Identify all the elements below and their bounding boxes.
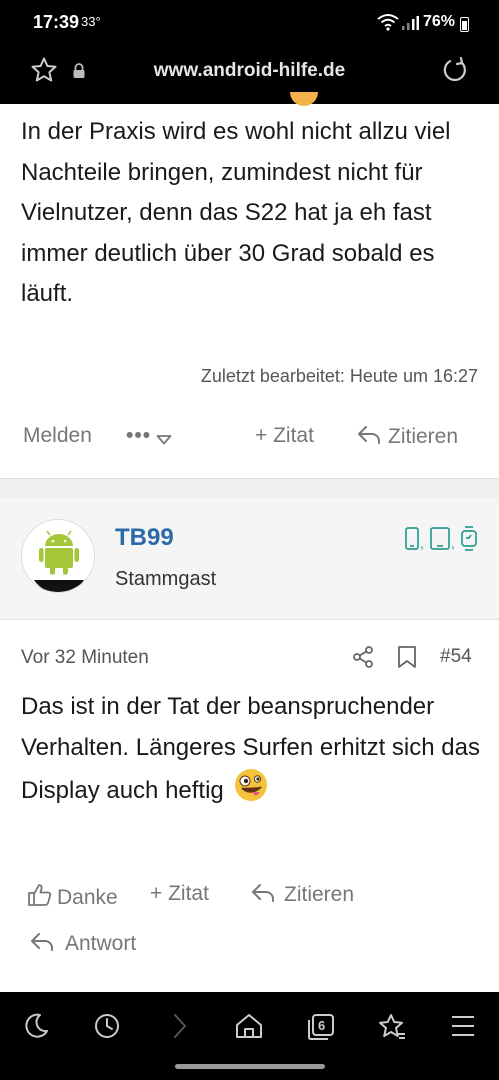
home-icon[interactable]	[234, 1012, 264, 1045]
history-clock-icon[interactable]	[93, 1012, 121, 1045]
phone-icon	[405, 527, 419, 550]
signal-icon	[401, 15, 419, 36]
status-bar: 17:39 33° 76%	[0, 0, 499, 44]
reply-button[interactable]: Antwort	[29, 931, 136, 956]
night-mode-moon-icon[interactable]	[22, 1012, 50, 1045]
tab-count: 6	[318, 1018, 326, 1033]
post-body: Das ist in der Tat der beanspruchender V…	[21, 686, 481, 815]
battery-percent: 76%	[423, 13, 456, 30]
watch-icon	[461, 526, 477, 551]
user-title: Stammgast	[115, 568, 217, 590]
like-button[interactable]: Danke	[27, 882, 118, 910]
more-button[interactable]: •••	[126, 424, 151, 448]
bookmarks-star-icon[interactable]	[377, 1012, 407, 1047]
thumbs-up-icon	[28, 884, 52, 906]
quote-button[interactable]: + Zitat	[255, 424, 314, 448]
tabs-icon[interactable]: 6	[306, 1012, 336, 1047]
status-temperature: 33°	[81, 14, 101, 29]
username[interactable]: TB99	[115, 524, 174, 552]
reply-arrow-icon	[31, 933, 53, 951]
status-time: 17:39	[33, 12, 80, 32]
post-number[interactable]: #54	[440, 646, 472, 668]
avatar-text: Android	[45, 572, 73, 581]
cite-label: Zitieren	[388, 425, 459, 448]
share-icon[interactable]	[351, 645, 375, 674]
user-block: Android TB99 Stammgast , ,	[0, 498, 499, 620]
url-text[interactable]: www.android-hilfe.de	[0, 60, 499, 82]
like-label: Danke	[57, 886, 118, 909]
home-indicator[interactable]	[175, 1064, 325, 1069]
zany-face-emoji	[234, 768, 268, 815]
avatar[interactable]: Android	[21, 519, 95, 593]
forward-arrow-icon[interactable]	[168, 1012, 192, 1045]
url-bar[interactable]: www.android-hilfe.de	[0, 44, 499, 104]
post-body: In der Praxis wird es wohl nicht allzu v…	[21, 118, 451, 307]
wifi-icon	[377, 13, 399, 36]
reply-arrow-icon	[252, 884, 274, 902]
post-time: Vor 32 Minuten	[21, 647, 149, 668]
reply-arrow-icon	[358, 426, 380, 444]
reply-label: Antwort	[65, 932, 137, 955]
svg-text:,: ,	[420, 535, 424, 551]
bookmark-icon[interactable]	[396, 645, 418, 674]
svg-text:,: ,	[451, 535, 455, 551]
post-divider	[0, 478, 499, 498]
reload-icon[interactable]	[441, 56, 469, 89]
top-bar: 17:39 33° 76% www.android-hilfe.de	[0, 0, 499, 104]
tablet-icon	[430, 527, 450, 550]
browser-bottom-nav: 6	[0, 992, 499, 1080]
post-meta: Vor 32 Minuten #54	[0, 640, 499, 674]
user-devices: , ,	[404, 526, 480, 557]
post-actions: Melden ••• + Zitat Zitieren	[0, 420, 499, 454]
report-button[interactable]: Melden	[23, 424, 92, 448]
cite-button[interactable]: Zitieren	[250, 882, 354, 907]
menu-icon[interactable]	[450, 1012, 476, 1045]
battery-icon	[460, 17, 469, 32]
cite-button[interactable]: Zitieren	[356, 424, 458, 449]
edited-note: Zuletzt bearbeitet: Heute um 16:27	[200, 366, 478, 386]
cite-label: Zitieren	[284, 883, 355, 906]
chevron-down-icon[interactable]	[156, 428, 172, 452]
quote-button[interactable]: + Zitat	[150, 882, 209, 906]
